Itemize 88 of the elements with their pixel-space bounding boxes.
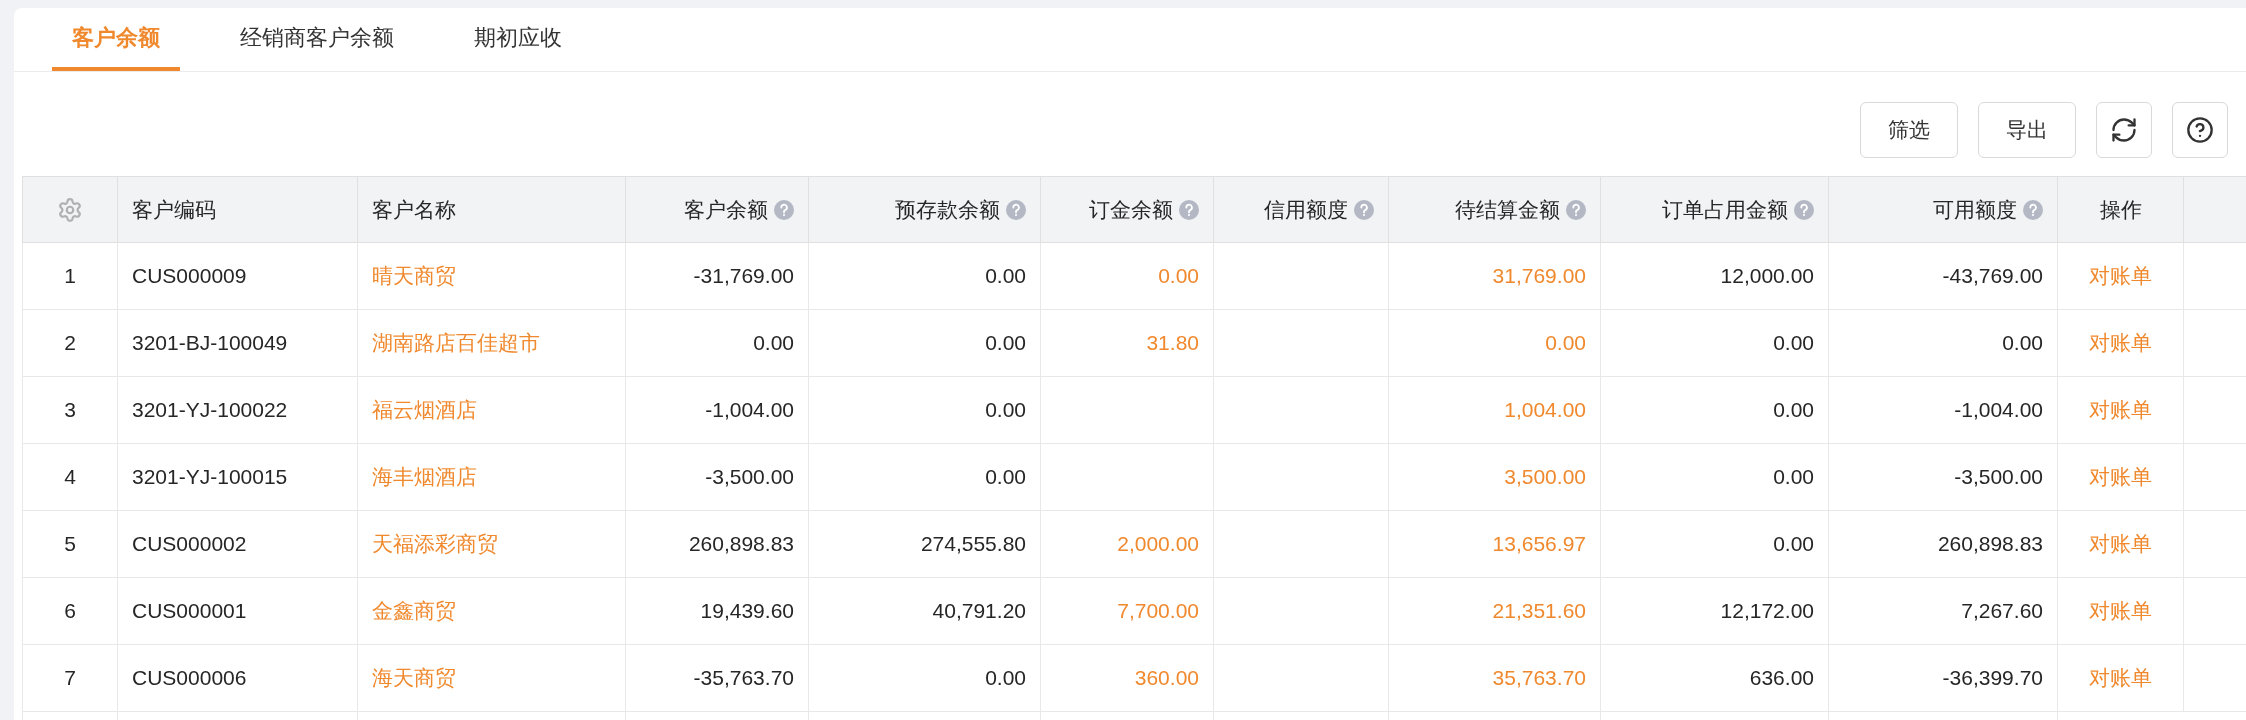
tab[interactable]: 客户余额 [52,8,180,71]
statement-link[interactable]: 对账单 [2089,595,2152,627]
table-cell-text: 2 [64,330,76,357]
table-cell-text: 0.00 [2002,330,2043,357]
header-label: 操作 [2099,196,2142,223]
help-button[interactable] [2172,102,2228,158]
table-cell-text: CUS000009 [132,263,247,290]
table-cell-text: 12,000.00 [1720,263,1814,290]
table-cell-text: 1 [64,263,76,290]
table-cell-text: 3201-YJ-100022 [132,397,288,424]
table-cell-text: 3201-YJ-100015 [132,464,288,491]
table-cell-text: CUS000002 [132,531,247,558]
table-cell-text: 0.00 [1773,531,1814,558]
header-label: 订单占用金额 [1662,196,1788,223]
statement-link[interactable]: 对账单 [2089,461,2152,493]
statement-link[interactable]: 对账单 [2089,394,2152,426]
table-cell-text: -1,004.00 [705,397,794,424]
table-cell-text: 0.00 [1773,397,1814,424]
table-cell-text: 2,000.00 [1117,531,1199,558]
table-cell-text: 3201-BJ-100049 [132,330,288,357]
header-label: 待结算金额 [1455,196,1560,223]
statement-link[interactable]: 对账单 [2089,260,2152,292]
table-cell-text: 0.00 [1158,263,1199,290]
table-cell-text: 360.00 [1134,665,1199,692]
customer-link[interactable]: 天福添彩商贸 [372,528,498,560]
toolbar-button[interactable]: 导出 [1978,102,2076,158]
table-cell-text: 0.00 [1773,330,1814,357]
customer-link[interactable]: 福云烟酒店 [372,394,477,426]
table-cell-text: 7 [64,665,76,692]
table-cell-text: 19,439.60 [700,598,794,625]
table-cell-text: 0.00 [985,665,1026,692]
refresh-icon [2110,116,2138,144]
table-cell-text: 3 [64,397,76,424]
table-cell-text: 7,700.00 [1117,598,1199,625]
header-label: 订金余额 [1089,196,1173,223]
table-cell-text: CUS000001 [132,598,247,625]
header-label: 客户余额 [684,196,768,223]
table-cell-text: 40,791.20 [932,598,1026,625]
table-cell-text: -1,004.00 [1954,397,2043,424]
header-label: 信用额度 [1264,196,1348,223]
table-cell-text: 13,656.97 [1492,531,1586,558]
table-cell-text: -36,399.70 [1942,665,2043,692]
table-cell-text: 31.80 [1146,330,1199,357]
table-cell-text: 0.00 [753,330,794,357]
table-cell-text: 1,004.00 [1504,397,1586,424]
customer-link[interactable]: 海丰烟酒店 [372,461,477,493]
table-cell-text: 0.00 [1773,464,1814,491]
table-cell-text: 6 [64,598,76,625]
statement-link[interactable]: 对账单 [2089,528,2152,560]
toolbar-button[interactable]: 筛选 [1860,102,1958,158]
table-cell-text: -31,769.00 [693,263,794,290]
table-cell-text: 3,500.00 [1504,464,1586,491]
table-cell-text: 0.00 [985,330,1026,357]
help-icon [2186,116,2214,144]
table-cell-text: 0.00 [1545,330,1586,357]
table-cell-text: 7,267.60 [1961,598,2043,625]
table-cell-text: 35,763.70 [1492,665,1586,692]
table-cell-text: 274,555.80 [920,531,1026,558]
customer-link[interactable]: 晴天商贸 [372,260,456,292]
header-label: 预存款余额 [895,196,1000,223]
table-cell-text: 21,351.60 [1492,598,1586,625]
table-cell-text: 0.00 [985,464,1026,491]
table-cell-text: 260,898.83 [688,531,794,558]
settings-icon [57,196,83,223]
header-label: 客户名称 [372,196,456,223]
header-label: 可用额度 [1933,196,2017,223]
table-cell-text: 31,769.00 [1492,263,1586,290]
customer-link[interactable]: 湖南路店百佳超市 [372,327,540,359]
statement-link[interactable]: 对账单 [2089,662,2152,694]
table-cell-text: -35,763.70 [693,665,794,692]
table-cell-text: 260,898.83 [1937,531,2043,558]
table-cell-text: 0.00 [985,263,1026,290]
refresh-button[interactable] [2096,102,2152,158]
table-cell-text: -3,500.00 [705,464,794,491]
table-cell-text: CUS000006 [132,665,247,692]
customer-link[interactable]: 金鑫商贸 [372,595,456,627]
table-cell-text: 636.00 [1749,665,1814,692]
tab[interactable]: 期初应收 [454,8,582,71]
header-label: 客户编码 [132,196,216,223]
tab[interactable]: 经销商客户余额 [220,8,414,71]
table-cell-text: 5 [64,531,76,558]
table-cell-text: 12,172.00 [1720,598,1814,625]
table-cell-text: -3,500.00 [1954,464,2043,491]
statement-link[interactable]: 对账单 [2089,327,2152,359]
customer-link[interactable]: 海天商贸 [372,662,456,694]
table-cell-text: 0.00 [985,397,1026,424]
table-cell-text: -43,769.00 [1942,263,2043,290]
table-cell-text: 4 [64,464,76,491]
